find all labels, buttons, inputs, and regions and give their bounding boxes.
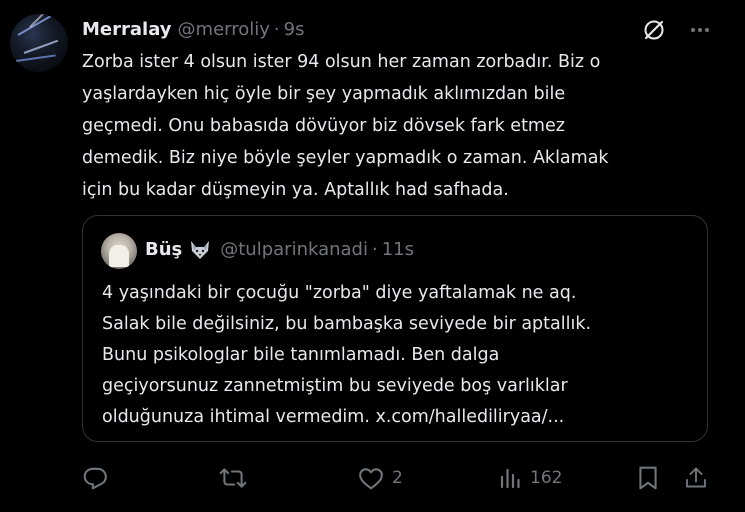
views-button[interactable]: 162 — [498, 462, 562, 494]
quoted-header: Büş @tulparinkanadi · 11s — [145, 238, 414, 262]
tweet-text-line: için bu kadar düşmeyin ya. Aptallık had … — [82, 180, 509, 200]
separator-dot: · — [273, 19, 280, 40]
views-count: 162 — [530, 468, 563, 488]
more-icon[interactable] — [686, 16, 714, 44]
quoted-text: 4 yaşındaki bir çocuğu "zorba" diye yaft… — [102, 278, 692, 433]
grok-icon[interactable] — [640, 16, 668, 44]
like-count: 2 — [392, 468, 403, 488]
quoted-text-line: 4 yaşındaki bir çocuğu "zorba" diye yaft… — [102, 283, 577, 303]
quoted-separator-dot: · — [372, 239, 378, 260]
bookmark-button[interactable] — [637, 462, 659, 494]
retweet-icon — [219, 465, 247, 491]
timestamp[interactable]: 9s — [284, 18, 305, 42]
views-icon — [498, 466, 522, 490]
tweet-header-actions — [640, 16, 714, 44]
quoted-text-line: geçiyorsunuz zannetmiştim bu seviyede bo… — [102, 376, 568, 396]
quoted-avatar[interactable] — [101, 233, 137, 269]
tweet-text: Zorba ister 4 olsun ister 94 olsun her z… — [82, 46, 722, 206]
share-button[interactable] — [684, 462, 708, 494]
quoted-display-name[interactable]: Büş — [145, 238, 182, 262]
share-icon — [684, 465, 708, 491]
tweet-actions: 2 162 — [82, 462, 718, 494]
tweet-text-line: demedik. Biz niye böyle şeyler yapmadık … — [82, 148, 609, 168]
tweet-text-line: yaşlardayken hiç öyle bir şey yapmadık a… — [82, 84, 566, 104]
wolf-emoji-icon — [188, 239, 212, 261]
reply-button[interactable] — [82, 462, 108, 494]
display-name[interactable]: Merralay — [82, 18, 172, 42]
quoted-timestamp[interactable]: 11s — [382, 238, 414, 262]
heart-icon — [358, 466, 384, 490]
quoted-text-line: Salak bile değilsiniz, bu bambaşka seviy… — [102, 314, 592, 334]
quoted-text-line: olduğunuza ihtimal vermedim. x.com/halle… — [102, 407, 565, 427]
tweet-text-line: geçmedi. Onu babasıda dövüyor biz dövsek… — [82, 116, 565, 136]
tweet-header: Merralay @merroliy · 9s — [82, 18, 304, 42]
like-button[interactable]: 2 — [358, 462, 403, 494]
quoted-text-line: Bunu psikologlar bile tanımlamadı. Ben d… — [102, 345, 500, 365]
quoted-tweet[interactable]: Büş @tulparinkanadi · 11s 4 yaşındaki bi… — [82, 215, 708, 442]
quoted-user-handle[interactable]: @tulparinkanadi — [220, 238, 368, 262]
bookmark-icon — [637, 465, 659, 491]
reply-icon — [82, 465, 108, 491]
user-handle[interactable]: @merroliy — [178, 18, 270, 42]
tweet-text-line: Zorba ister 4 olsun ister 94 olsun her z… — [82, 52, 601, 72]
avatar[interactable] — [10, 14, 68, 72]
tweet[interactable]: Merralay @merroliy · 9s Zorba ister 4 ol… — [0, 0, 745, 512]
retweet-button[interactable] — [219, 462, 247, 494]
